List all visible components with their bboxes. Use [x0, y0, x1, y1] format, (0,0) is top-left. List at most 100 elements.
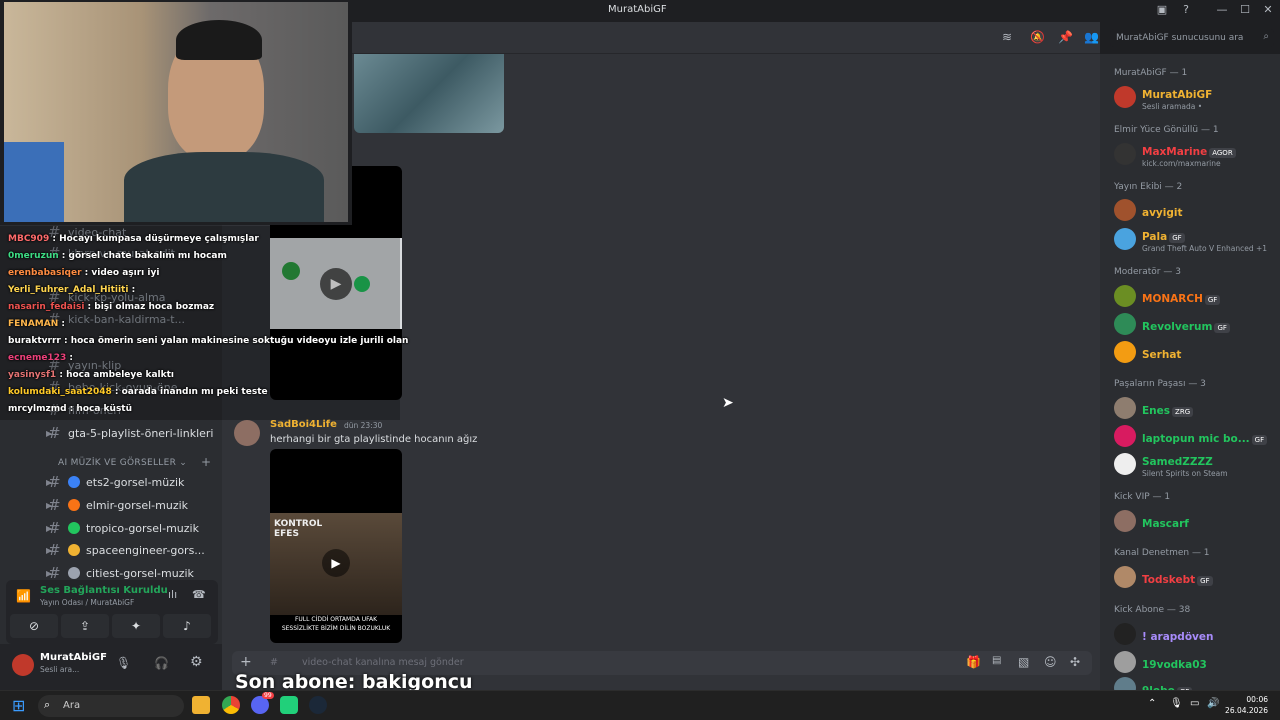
member-item[interactable]: MONARCH GF [1114, 284, 1276, 308]
member-group-header: MuratAbiGF — 1 [1114, 68, 1188, 78]
member-status: Sesli aramada • [1142, 102, 1203, 111]
pin-icon[interactable]: 📌 [1058, 30, 1073, 44]
windows-start-icon[interactable]: ⊞ [12, 696, 25, 715]
soundboard-icon: ♪ [183, 619, 191, 633]
member-tag: ZRG [1172, 406, 1194, 417]
chat-username: mrcylmzmd [8, 404, 67, 414]
sign-text: KONTROL EFES [274, 519, 323, 539]
members-icon[interactable]: 👥 [1084, 30, 1099, 44]
channel-label: spaceengineer-gors... [86, 543, 205, 557]
chat-message: yasinysf1 : hoca ambeleye kalktı [8, 370, 174, 380]
member-tag: GF [1169, 233, 1185, 243]
member-status: Grand Theft Auto V Enhanced +1 [1142, 244, 1268, 253]
search-input[interactable]: MuratAbiGF sunucusunu ara ⌕ [1110, 29, 1274, 47]
avatar [1114, 313, 1136, 335]
screen-share-button[interactable]: ⇪ [61, 614, 109, 638]
member-item[interactable]: MuratAbiGF Sesli aramada • [1114, 85, 1276, 111]
member-item[interactable]: avyigit [1114, 198, 1276, 222]
avatar[interactable] [12, 654, 34, 676]
microphone-icon[interactable]: 🎙 [1170, 698, 1183, 709]
gift-icon[interactable]: 🎁 [966, 655, 981, 669]
member-item[interactable]: Mascarf [1114, 509, 1276, 533]
member-item[interactable]: Enes ZRG [1114, 396, 1276, 420]
channel-emoji-icon [68, 567, 80, 579]
app-icon[interactable] [280, 696, 298, 714]
member-item[interactable]: ! arapdöven [1114, 622, 1276, 646]
member-item[interactable]: Pala GF Grand Theft Auto V Enhanced +1 [1114, 225, 1276, 253]
chevron-up-icon[interactable]: ⌃ [1148, 698, 1156, 709]
apps-icon[interactable]: ✣ [1070, 655, 1080, 669]
gear-icon[interactable]: ⚙ [190, 654, 203, 670]
chat-message: 0meruzun : görsel chate bakalım mı hocam [8, 251, 227, 261]
member-item[interactable]: laptopun mic bo... GF [1114, 424, 1276, 448]
file-explorer-icon[interactable] [192, 696, 210, 714]
member-item[interactable]: MaxMarine AGOR kick.com/maxmarine [1114, 142, 1276, 168]
minimize-button[interactable]: — [1214, 3, 1230, 16]
disconnect-icon[interactable]: ☎ [192, 588, 206, 601]
add-channel-icon[interactable]: + [201, 455, 211, 469]
image-attachment[interactable] [354, 54, 504, 133]
video-attachment[interactable]: KONTROL EFES ▶ FULL CİDDİ ORTAMDA UFAK S… [270, 449, 402, 643]
clock-time[interactable]: 00:06 [1232, 695, 1268, 704]
camera-off-button[interactable]: ⊘ [10, 614, 58, 638]
chat-username: nasarin_fedaisi [8, 302, 85, 312]
video-caption-1: FULL CİDDİ ORTAMDA UFAK [294, 616, 378, 623]
threads-icon[interactable]: ≋ [1002, 30, 1012, 44]
member-name: MuratAbiGF [1142, 89, 1213, 101]
gif-icon[interactable]: ▤ [992, 655, 1001, 666]
member-name: laptopun mic bo... [1142, 432, 1250, 445]
emoji-icon[interactable]: ☺ [1044, 655, 1057, 669]
message-author[interactable]: SadBoi4Life [270, 419, 337, 430]
member-item[interactable]: Serhat [1114, 340, 1276, 364]
avatar[interactable] [234, 420, 260, 446]
steam-icon[interactable] [309, 696, 327, 714]
microphone-icon[interactable]: 🎙 [116, 656, 131, 670]
channel-spaceengineer[interactable]: ▶ # spaceengineer-gors... [46, 539, 216, 561]
chat-message: mrcylmzmd : hoca küstü [8, 404, 132, 414]
member-info: Enes ZRG [1142, 399, 1194, 418]
clock-date[interactable]: 26.04.2026 [1222, 706, 1268, 715]
member-item[interactable]: Revolverum GF [1114, 312, 1276, 336]
play-icon[interactable]: ▶ [322, 549, 350, 577]
network-icon[interactable]: ▭ [1190, 698, 1199, 709]
user-name[interactable]: MuratAbiGF [40, 652, 107, 663]
channel-header: ≋ 🔕 📌 👥 [222, 22, 1100, 54]
sticker-icon[interactable]: ▧ [1018, 655, 1029, 669]
chrome-icon[interactable] [222, 696, 240, 714]
member-item[interactable]: 19vodka03 [1114, 650, 1276, 674]
member-info: Todskebt GF [1142, 568, 1213, 587]
taskbar-search[interactable]: ⌕ Ara [38, 695, 184, 717]
soundwave-icon[interactable]: ılı [168, 588, 177, 601]
taskbar: ⊞ ⌕ Ara 99 ⌃ 🎙 ▭ 🔊 00:06 26.04.2026 [0, 690, 1280, 720]
activities-button[interactable]: ✦ [112, 614, 160, 638]
close-button[interactable]: ✕ [1260, 3, 1276, 16]
channel-tropico[interactable]: ▶ # tropico-gorsel-muzik [46, 517, 216, 539]
message-text: herhangi bir gta playlistinde hocanın ağ… [270, 434, 478, 445]
soundboard-button[interactable]: ♪ [163, 614, 211, 638]
member-name: MONARCH [1142, 292, 1203, 305]
channel-elmir[interactable]: ▶ # elmir-gorsel-muzik [46, 494, 216, 516]
member-item[interactable]: Todskebt GF [1114, 565, 1276, 589]
help-icon[interactable]: ? [1178, 3, 1194, 16]
inbox-icon[interactable]: ▣ [1154, 3, 1170, 16]
chat-message: kolumdaki_saat2048 : oarada inandın mı p… [8, 387, 268, 397]
channel-ets2[interactable]: ▶ # ets2-gorsel-müzik [46, 471, 216, 493]
avatar [1114, 143, 1136, 165]
chat-text: : hoca küstü [69, 404, 133, 414]
signal-icon: 📶 [16, 589, 31, 603]
add-attachment-icon[interactable]: + [240, 654, 252, 670]
headphones-icon[interactable]: 🎧 [154, 656, 169, 670]
avatar [1114, 566, 1136, 588]
channel-gta-playlist[interactable]: ▶ # gta-5-playlist-öneri-linkleri [46, 422, 216, 444]
mute-icon[interactable]: 🔕 [1030, 30, 1045, 44]
member-item[interactable]: SamedZZZZ Silent Spirits on Steam [1114, 452, 1276, 478]
volume-icon[interactable]: 🔊 [1207, 698, 1219, 709]
camera-off-icon: ⊘ [28, 619, 40, 633]
member-info: Pala GF Grand Theft Auto V Enhanced +1 [1142, 225, 1267, 253]
maximize-button[interactable]: ☐ [1237, 3, 1253, 16]
window-title: MuratAbiGF [608, 4, 667, 15]
chat-username: Yerli_Fuhrer_Adal_Hitiiti [8, 285, 129, 295]
category-ai-muzik[interactable]: AI MÜZİK VE GÖRSELLER ⌄ [58, 458, 187, 468]
voice-status[interactable]: Ses Bağlantısı Kuruldu [40, 585, 168, 596]
member-name: Mascarf [1142, 517, 1189, 530]
